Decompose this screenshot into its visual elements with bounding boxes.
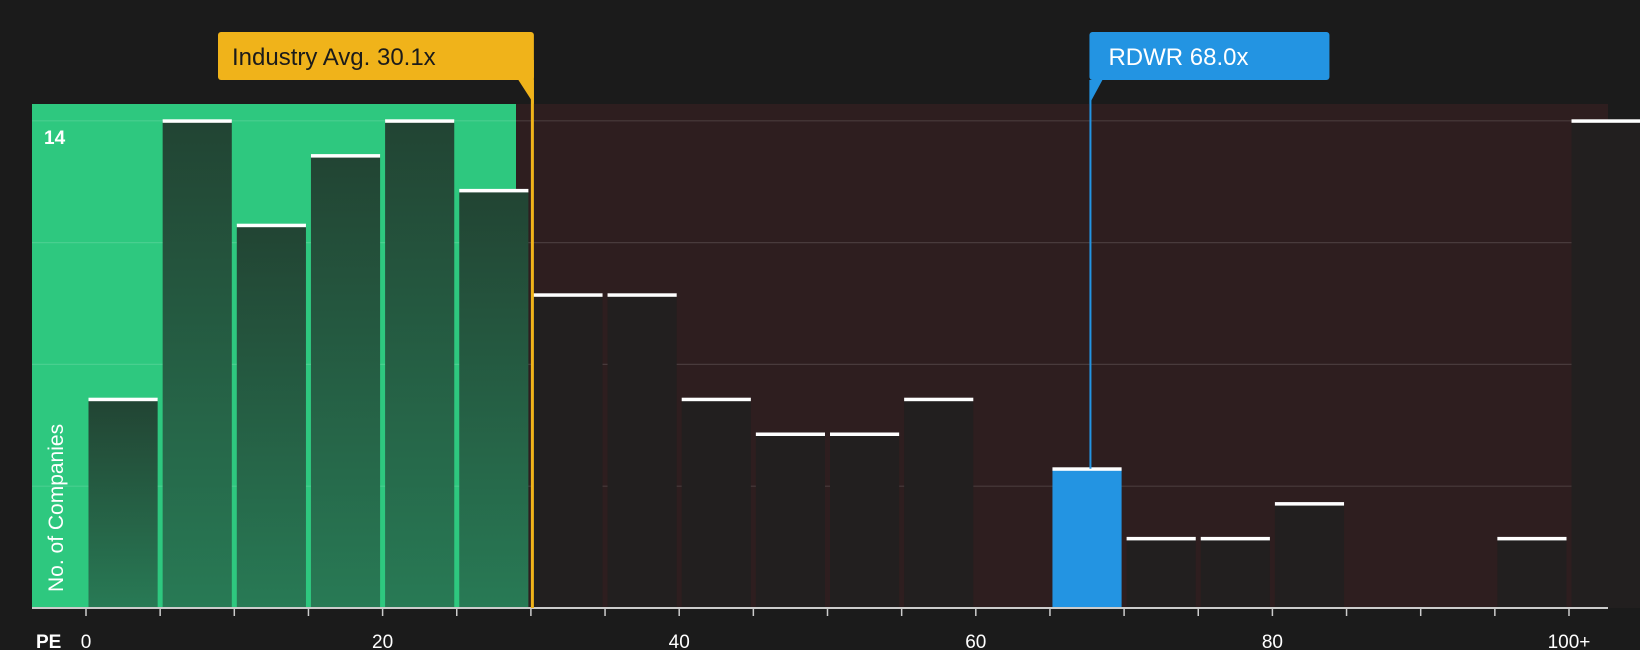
bar-top-cap (533, 293, 603, 297)
histogram-bar (162, 120, 232, 609)
bar-top-cap (1200, 536, 1270, 541)
bar-top-cap (88, 397, 158, 402)
x-tick-label: 40 (669, 632, 690, 650)
histogram-bar (533, 294, 603, 608)
bar-top-cap (459, 188, 529, 193)
histogram-bar (755, 434, 825, 608)
chart-svg: 0 20 40 60 80 100+ PE Industry Avg. 30.1x RDWR … (32, 32, 1640, 650)
histogram-bar (1200, 538, 1270, 608)
x-axis-prefix: PE (36, 632, 61, 650)
histogram-bar (681, 399, 751, 608)
bar-top-cap (1274, 502, 1345, 506)
histogram-bar (459, 190, 529, 608)
bar-top-cap (755, 432, 825, 436)
bar-top-cap (162, 119, 232, 123)
y-top-tick-label: 14 (44, 128, 66, 149)
bar-top-cap (1052, 467, 1122, 471)
company-label: RDWR 68.0x (1108, 44, 1248, 71)
histogram-bar (385, 120, 455, 609)
histogram-bar (1274, 503, 1345, 608)
bar-top-cap (310, 154, 381, 158)
histogram-bar (904, 399, 974, 608)
histogram-bar (88, 399, 158, 608)
histogram-bar (1126, 538, 1196, 608)
histogram-bar (236, 225, 306, 608)
histogram-bar (830, 434, 900, 608)
y-axis-label: No. of Companies (45, 424, 68, 592)
bar-top-cap (830, 432, 900, 436)
bar-top-cap (236, 223, 306, 228)
industry-avg-label: Industry Avg. 30.1x (232, 44, 436, 71)
bar-top-cap (1126, 536, 1196, 541)
histogram-bar (1571, 120, 1640, 609)
bar-top-cap (681, 397, 751, 402)
company-callout-pointer (1089, 80, 1103, 104)
x-tick-label: 100+ (1548, 632, 1591, 650)
histogram-bar (607, 294, 677, 608)
bar-top-cap (1571, 119, 1640, 123)
x-tick-label: 0 (81, 632, 92, 650)
bar-top-cap (904, 397, 974, 402)
bar-top-cap (607, 293, 677, 297)
pe-distribution-chart: 0 20 40 60 80 100+ PE Industry Avg. 30.1x RDWR … (0, 0, 1640, 650)
x-tick-label: 60 (965, 632, 986, 650)
company-bar (1052, 468, 1122, 608)
histogram-bar (1497, 538, 1567, 608)
x-tick-label: 20 (372, 632, 393, 650)
x-tick-label: 80 (1262, 632, 1283, 650)
histogram-bar (310, 155, 381, 608)
bar-top-cap (385, 119, 455, 123)
bar-top-cap (1497, 536, 1567, 541)
